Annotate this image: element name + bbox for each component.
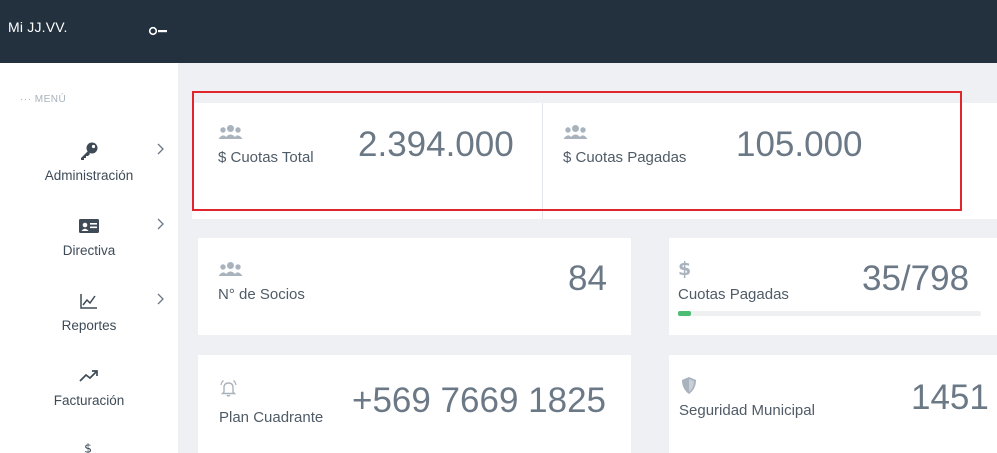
sidebar-item-label: Reportes xyxy=(61,318,117,333)
menu-header: ··· MENÚ xyxy=(20,94,67,105)
progress-bar xyxy=(678,311,981,316)
chevron-right-icon xyxy=(157,218,164,230)
stat-value: 2.394.000 xyxy=(358,125,514,164)
line-chart-icon xyxy=(80,294,97,309)
sidebar-item-label: Directiva xyxy=(62,243,116,258)
top-bar: Mi JJ.VV. xyxy=(0,0,997,63)
svg-text:$: $ xyxy=(84,441,92,453)
sidebar-item-label: Facturación xyxy=(53,393,125,408)
stat-value: 84 xyxy=(568,259,607,298)
chevron-right-icon xyxy=(157,293,164,305)
stat-value[interactable]: 1451 xyxy=(911,378,989,418)
svg-text:$: $ xyxy=(678,258,690,278)
key-icon xyxy=(81,142,98,160)
stat-label: Seguridad Municipal xyxy=(679,402,815,419)
sidebar-item-facturacion[interactable]: Facturación xyxy=(0,366,178,426)
id-card-icon xyxy=(79,219,99,233)
sidebar-item-label: Administración xyxy=(44,168,134,183)
sidebar-item-directiva[interactable]: Directiva xyxy=(0,216,178,276)
sidebar-item-pagos[interactable]: $ xyxy=(0,441,178,453)
sidebar-item-administracion[interactable]: Administración xyxy=(0,141,178,201)
stat-label: Cuotas Pagadas xyxy=(678,286,789,303)
stat-value: 35/798 xyxy=(862,259,970,298)
users-icon xyxy=(218,262,243,276)
stat-label: $ Cuotas Total xyxy=(218,149,314,166)
users-icon xyxy=(218,125,243,139)
stat-value: 105.000 xyxy=(736,125,863,164)
trending-up-icon xyxy=(79,370,98,382)
stat-label: Plan Cuadrante xyxy=(219,409,324,426)
sidebar-item-reportes[interactable]: Reportes xyxy=(0,291,178,351)
stat-label: N° de Socios xyxy=(218,286,305,303)
dollar-icon: $ xyxy=(84,441,92,453)
progress-fill xyxy=(678,311,692,316)
shield-icon xyxy=(682,377,696,394)
stat-value[interactable]: +569 7669 1825 xyxy=(352,381,606,421)
dollar-icon: $ xyxy=(678,258,690,278)
sidebar: ··· MENÚ Administración Directiva Report… xyxy=(0,63,178,453)
sidebar-toggle-icon[interactable] xyxy=(148,26,170,36)
card-divider xyxy=(542,103,543,219)
chevron-right-icon xyxy=(157,143,164,155)
stat-label: $ Cuotas Pagadas xyxy=(563,149,687,166)
users-icon xyxy=(563,125,588,139)
app-title[interactable]: Mi JJ.VV. xyxy=(8,19,68,35)
bell-icon xyxy=(220,379,237,397)
